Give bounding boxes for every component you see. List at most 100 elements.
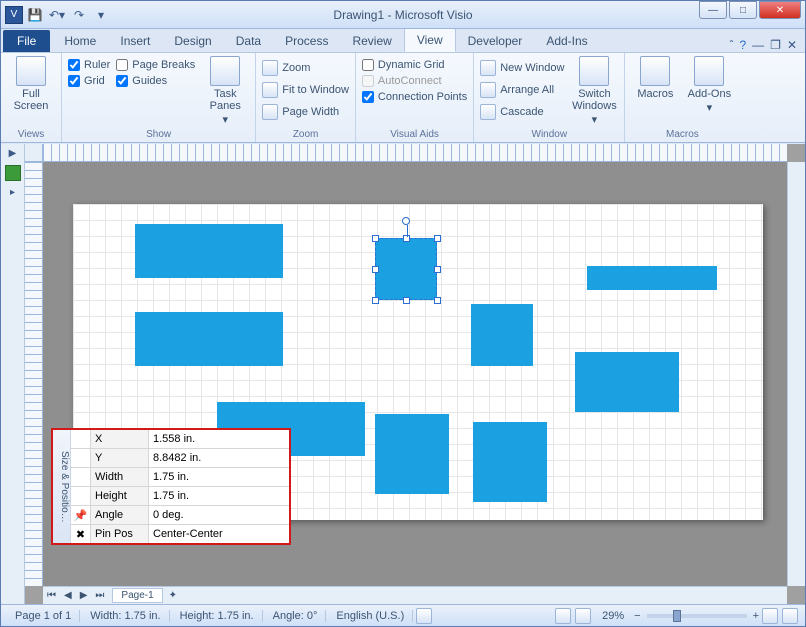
resize-handle[interactable] (403, 297, 410, 304)
sp-row-value[interactable]: 1.75 in. (149, 468, 289, 486)
full-screen-status-icon[interactable] (782, 608, 798, 624)
ruler-checkbox[interactable]: Ruler (68, 59, 110, 71)
resize-handle[interactable] (372, 297, 379, 304)
presentation-mode-icon[interactable] (555, 608, 571, 624)
tab-insert[interactable]: Insert (108, 30, 162, 52)
tab-process[interactable]: Process (273, 30, 340, 52)
next-page-button[interactable]: ▶ (76, 590, 92, 601)
expand-shapes-icon[interactable]: ▶ (9, 148, 17, 159)
selected-shape[interactable] (375, 238, 437, 300)
help-icon[interactable]: ? (739, 38, 746, 52)
resize-handle[interactable] (434, 266, 441, 273)
zoom-in-button[interactable]: + (753, 610, 759, 622)
status-width: Width: 1.75 in. (82, 610, 169, 622)
full-screen-button[interactable]: Full Screen (7, 56, 55, 112)
close-button[interactable]: ✕ (759, 1, 801, 19)
shape[interactable] (375, 414, 449, 494)
vertical-scrollbar[interactable] (787, 162, 805, 586)
page-breaks-checkbox[interactable]: Page Breaks (116, 59, 195, 71)
size-position-window[interactable]: Size & Positio… X1.558 in.Y8.8482 in.Wid… (51, 428, 291, 545)
macros-button[interactable]: Macros (631, 56, 679, 100)
zoom-button[interactable]: Zoom (262, 59, 349, 77)
arrange-all-button[interactable]: Arrange All (480, 81, 564, 99)
resize-handle[interactable] (434, 235, 441, 242)
shape[interactable] (473, 422, 547, 502)
shapes-pane-collapsed[interactable]: ▶ ▸ (1, 144, 25, 604)
mdi-close-icon[interactable]: ✕ (787, 38, 797, 52)
app-icon[interactable]: V (5, 6, 23, 24)
status-page: Page 1 of 1 (7, 610, 80, 622)
sp-row-value[interactable]: Center-Center (149, 525, 289, 543)
grid-checkbox[interactable]: Grid (68, 75, 110, 87)
first-page-button[interactable]: ⏮ (43, 590, 60, 601)
fit-window-button[interactable]: Fit to Window (262, 81, 349, 99)
maximize-button[interactable]: □ (729, 1, 757, 19)
shape[interactable] (471, 304, 533, 366)
tab-design[interactable]: Design (162, 30, 223, 52)
page-width-button[interactable]: Page Width (262, 103, 349, 121)
ribbon-minimize-icon[interactable]: ˆ (729, 38, 733, 52)
minimize-button[interactable]: — (699, 1, 727, 19)
switch-windows-button[interactable]: Switch Windows▾ (570, 56, 618, 126)
guides-checkbox[interactable]: Guides (116, 75, 195, 87)
task-panes-button[interactable]: Task Panes▾ (201, 56, 249, 126)
addons-button[interactable]: Add-Ons▾ (685, 56, 733, 114)
insert-page-button[interactable]: ✦ (163, 590, 183, 601)
sp-row-pin-pos[interactable]: ✖Pin PosCenter-Center (71, 525, 289, 543)
sp-row-value[interactable]: 1.558 in. (149, 430, 289, 448)
file-tab[interactable]: File (3, 30, 50, 52)
mdi-restore-icon[interactable]: ❐ (770, 38, 781, 52)
status-bar: Page 1 of 1 Width: 1.75 in. Height: 1.75… (1, 604, 805, 626)
undo-icon[interactable]: ↶▾ (47, 5, 67, 25)
resize-handle[interactable] (372, 266, 379, 273)
tab-addins[interactable]: Add-Ins (534, 30, 599, 52)
page-tab[interactable]: Page-1 (112, 588, 162, 603)
status-zoom-level[interactable]: 29% (594, 610, 632, 622)
ruler-corner (25, 144, 43, 162)
full-screen-icon (16, 56, 46, 86)
zoom-out-button[interactable]: − (634, 610, 640, 622)
resize-handle[interactable] (372, 235, 379, 242)
redo-icon[interactable]: ↷ (69, 5, 89, 25)
shape[interactable] (135, 312, 283, 366)
horizontal-ruler[interactable] (43, 144, 787, 162)
cascade-button[interactable]: Cascade (480, 103, 564, 121)
autoconnect-checkbox[interactable]: AutoConnect (362, 75, 467, 87)
qat-customize-icon[interactable]: ▾ (91, 5, 111, 25)
new-window-button[interactable]: New Window (480, 59, 564, 77)
dynamic-grid-checkbox[interactable]: Dynamic Grid (362, 59, 467, 71)
vertical-ruler[interactable] (25, 162, 43, 586)
sp-row-width[interactable]: Width1.75 in. (71, 468, 289, 487)
sp-row-angle[interactable]: 📌Angle0 deg. (71, 506, 289, 525)
save-icon[interactable]: 💾 (25, 5, 45, 25)
sp-row-value[interactable]: 8.8482 in. (149, 449, 289, 467)
sp-row-value[interactable]: 1.75 in. (149, 487, 289, 505)
shapes-pane-icon[interactable] (5, 165, 21, 181)
connection-points-checkbox[interactable]: Connection Points (362, 91, 467, 103)
macro-record-icon[interactable] (416, 608, 432, 624)
fit-page-icon[interactable] (762, 608, 778, 624)
tab-view[interactable]: View (404, 28, 456, 52)
page-switch-icon[interactable] (575, 608, 591, 624)
rotation-handle[interactable] (402, 217, 410, 225)
status-language[interactable]: English (U.S.) (328, 610, 413, 622)
mdi-minimize-icon[interactable]: — (752, 38, 764, 52)
shape[interactable] (575, 352, 679, 412)
addons-icon (694, 56, 724, 86)
tab-review[interactable]: Review (340, 30, 403, 52)
last-page-button[interactable]: ⏭ (91, 590, 108, 601)
shape[interactable] (135, 224, 283, 278)
tab-home[interactable]: Home (52, 30, 108, 52)
shape[interactable] (587, 266, 717, 290)
resize-handle[interactable] (434, 297, 441, 304)
sp-row-value[interactable]: 0 deg. (149, 506, 289, 524)
prev-page-button[interactable]: ◀ (60, 590, 76, 601)
shapes-dropdown-icon[interactable]: ▸ (10, 187, 15, 198)
size-position-title[interactable]: Size & Positio… (53, 430, 71, 543)
tab-developer[interactable]: Developer (456, 30, 535, 52)
sp-row-y[interactable]: Y8.8482 in. (71, 449, 289, 468)
zoom-slider[interactable] (647, 614, 747, 618)
tab-data[interactable]: Data (224, 30, 273, 52)
sp-row-height[interactable]: Height1.75 in. (71, 487, 289, 506)
sp-row-x[interactable]: X1.558 in. (71, 430, 289, 449)
